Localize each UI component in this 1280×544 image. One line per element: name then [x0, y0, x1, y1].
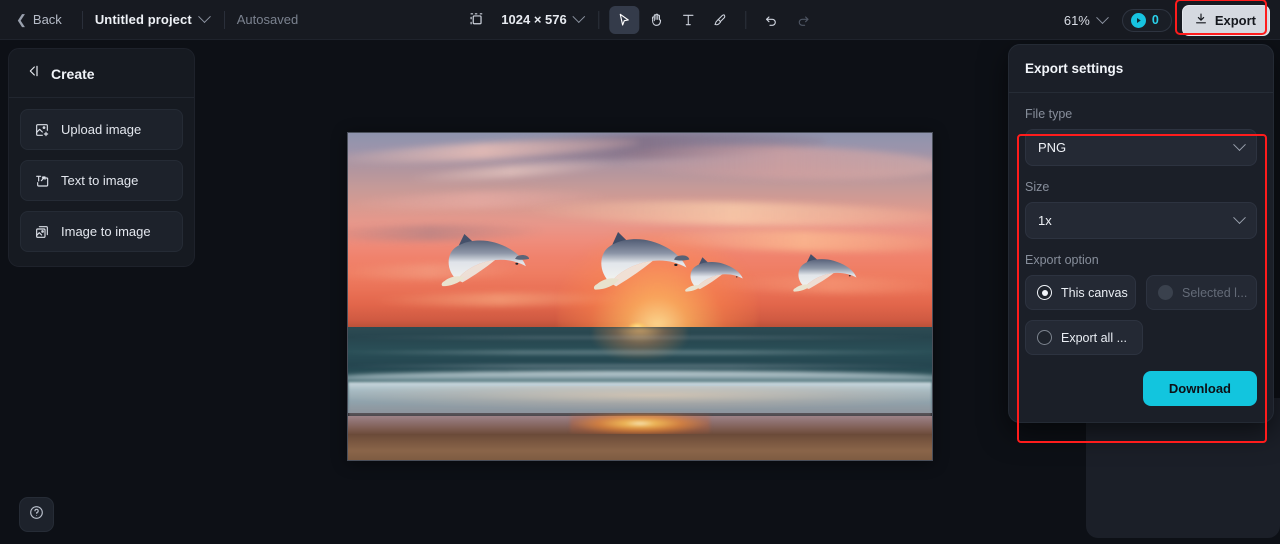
- canvas-image: [348, 133, 932, 460]
- radio-icon: [1158, 285, 1173, 300]
- zoom-level-value: 61%: [1063, 12, 1090, 28]
- project-name[interactable]: Untitled project: [95, 12, 192, 27]
- divider: [223, 10, 225, 29]
- credits-icon: [1130, 12, 1146, 28]
- chevron-down-icon: [1233, 211, 1246, 225]
- image-to-image-icon: [33, 223, 50, 240]
- chevron-down-icon: [1233, 138, 1246, 152]
- dolphin: [792, 251, 859, 295]
- text-to-image-icon: [33, 172, 50, 189]
- select-tool[interactable]: [609, 5, 640, 34]
- credits-count: 0: [1151, 13, 1159, 27]
- export-option-label: Export option: [1025, 253, 1099, 267]
- dolphin: [439, 229, 530, 291]
- redo-button[interactable]: [789, 6, 819, 34]
- radio-icon: [1037, 285, 1052, 300]
- export-settings-body: File type PNG Size 1x Export option This…: [1009, 93, 1273, 422]
- chevron-down-icon: [572, 10, 586, 24]
- export-settings-popup: Export settings File type PNG Size 1x Ex…: [1008, 44, 1274, 443]
- export-button-wrap: Export: [1174, 0, 1270, 36]
- artboard[interactable]: [347, 132, 933, 461]
- brush-tool[interactable]: [706, 6, 736, 34]
- export-option-this-canvas-label: This canvas: [1061, 285, 1128, 300]
- zoom-level-selector[interactable]: 61%: [1058, 10, 1112, 31]
- export-option-row: Export all ...: [1025, 320, 1257, 355]
- back-button-label: Back: [32, 12, 62, 27]
- help-button[interactable]: [19, 497, 54, 532]
- toolbar-right-group: 61% 0 Export: [1058, 0, 1270, 40]
- back-button[interactable]: ❮ Back: [14, 8, 70, 31]
- create-panel-title: Create: [51, 65, 95, 82]
- autosave-status: Autosaved: [236, 12, 299, 27]
- dolphin: [684, 254, 745, 295]
- export-option-export-all[interactable]: Export all ...: [1025, 320, 1143, 355]
- sun-reflection-sand: [569, 414, 711, 436]
- size-label: Size: [1025, 180, 1050, 194]
- export-button-label: Export: [1214, 12, 1256, 28]
- radio-icon: [1037, 330, 1052, 345]
- text-to-image-button[interactable]: Text to image: [20, 160, 183, 201]
- top-toolbar: ❮ Back Untitled project Autosaved 1024 ×…: [0, 0, 1280, 40]
- export-settings-title: Export settings: [1025, 61, 1124, 76]
- download-button[interactable]: Download: [1142, 371, 1257, 406]
- create-panel: Create Upload image Text to image Image …: [8, 48, 195, 267]
- wave-crest: [348, 350, 932, 355]
- size-select[interactable]: 1x: [1025, 202, 1257, 239]
- artboard-icon[interactable]: [461, 6, 491, 34]
- toolbar-left-group: ❮ Back Untitled project Autosaved: [0, 8, 298, 31]
- file-type-select[interactable]: PNG: [1025, 129, 1257, 166]
- chevron-down-icon[interactable]: [197, 10, 211, 24]
- export-settings-header: Export settings: [1009, 45, 1273, 93]
- image-to-image-button[interactable]: Image to image: [20, 211, 183, 252]
- create-panel-header: Create: [9, 49, 194, 98]
- dolphin: [593, 228, 690, 295]
- divider: [598, 10, 600, 29]
- app-root: ❮ Back Untitled project Autosaved 1024 ×…: [0, 0, 1280, 544]
- export-option-this-canvas[interactable]: This canvas: [1025, 275, 1136, 310]
- upload-image-icon: [33, 121, 50, 138]
- export-option-row: This canvas Selected l...: [1025, 275, 1257, 310]
- upload-image-button[interactable]: Upload image: [20, 109, 183, 150]
- undo-button[interactable]: [757, 6, 787, 34]
- export-button[interactable]: Export: [1181, 4, 1270, 36]
- download-row: Download: [1025, 371, 1257, 406]
- text-to-image-label: Text to image: [61, 173, 139, 188]
- image-to-image-label: Image to image: [61, 224, 151, 239]
- file-type-label: File type: [1025, 107, 1073, 121]
- hand-tool[interactable]: [642, 6, 672, 34]
- export-option-selected-layers[interactable]: Selected l...: [1146, 275, 1257, 310]
- divider: [745, 10, 747, 29]
- surf-highlight: [348, 386, 932, 410]
- create-panel-items: Upload image Text to image Image to imag…: [9, 98, 194, 266]
- export-option-selected-layers-label: Selected l...: [1182, 285, 1248, 300]
- upload-image-label: Upload image: [61, 122, 142, 137]
- size-value: 1x: [1038, 213, 1052, 228]
- canvas-size-selector[interactable]: 1024 × 576: [493, 10, 588, 27]
- text-tool[interactable]: [674, 6, 704, 34]
- canvas-size-value: 1024 × 576: [501, 12, 567, 27]
- toolbar-center-group: 1024 × 576: [461, 0, 818, 40]
- export-option-export-all-label: Export all ...: [1061, 330, 1127, 345]
- collapse-left-icon[interactable]: [25, 63, 41, 84]
- download-icon: [1194, 12, 1208, 29]
- divider: [81, 10, 83, 29]
- credits-badge[interactable]: 0: [1121, 8, 1172, 32]
- dry-sand: [348, 433, 932, 460]
- chevron-down-icon: [1096, 10, 1109, 24]
- chevron-left-icon: ❮: [16, 12, 27, 27]
- help-circle-icon: [28, 504, 45, 526]
- file-type-value: PNG: [1038, 140, 1067, 155]
